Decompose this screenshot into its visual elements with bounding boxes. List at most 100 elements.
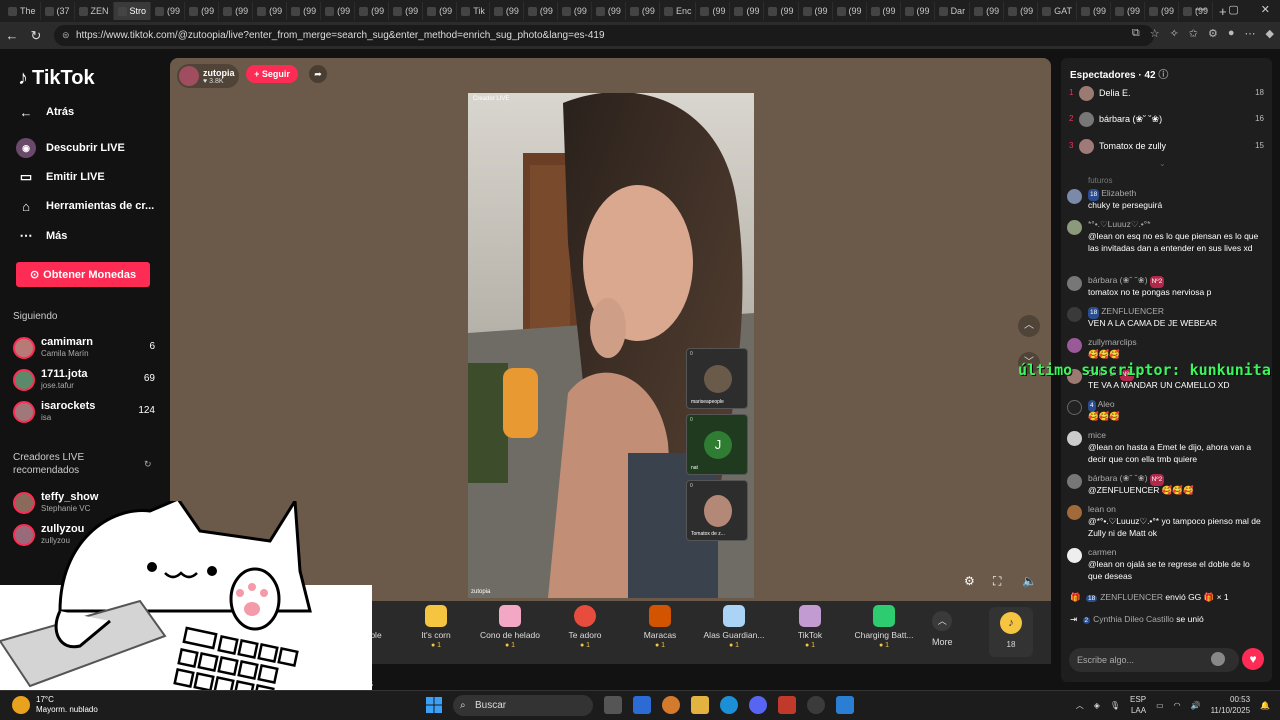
follow-button[interactable]: + Seguir [246, 65, 298, 83]
gift-item[interactable]: TikTok ● 1 [774, 605, 846, 649]
browser-tab[interactable]: Enc [660, 2, 697, 20]
extensions-icon[interactable]: ✧ [1170, 27, 1179, 40]
browser-tab[interactable]: (99 [901, 2, 935, 20]
recommended-item[interactable]: zullyzou zullyzou [13, 521, 155, 549]
reload-icon[interactable]: ↻ [24, 28, 48, 44]
favorites-icon[interactable]: ✩ [1189, 27, 1198, 40]
browser-tab[interactable]: (99 [1004, 2, 1039, 20]
emoji-icon[interactable] [1211, 652, 1225, 666]
copilot-icon[interactable]: ◆ [1266, 27, 1274, 40]
browser-tab[interactable]: The [4, 2, 41, 20]
discord-icon[interactable] [749, 696, 767, 714]
notification-bell-icon[interactable]: 🔔 [1260, 701, 1270, 710]
guest-tile[interactable]: 0 Tomatox de z... [686, 480, 748, 541]
nav-discover-live[interactable]: ◉ Descubrir LIVE [16, 138, 125, 158]
following-item[interactable]: isarockets isa 124 [13, 398, 155, 426]
top-viewer[interactable]: 1 Delia E. 18 [1069, 84, 1264, 104]
settings-icon[interactable]: ⚙ [964, 574, 975, 588]
fullscreen-icon[interactable]: ⛶ [993, 574, 1001, 589]
browser-tab[interactable]: (99 [321, 2, 356, 20]
browser-tab[interactable]: (37 [41, 2, 75, 20]
back-link[interactable]: ← Atrás [16, 102, 75, 122]
chevron-up-icon[interactable]: ︿ [1076, 700, 1084, 711]
host-info[interactable]: zutopia ♥ 3.8K [177, 64, 239, 88]
gift-item[interactable]: Charging Batt... ● 1 [848, 605, 920, 649]
edge-icon[interactable] [720, 696, 738, 714]
language-indicator[interactable]: ESP LAA [1130, 694, 1146, 716]
browser-tab[interactable]: (99 [185, 2, 220, 20]
file-explorer-icon[interactable] [691, 696, 709, 714]
nav-creator-tools[interactable]: ⌂ Herramientas de cr... [16, 196, 154, 216]
browser-tab[interactable]: (99 [219, 2, 254, 20]
gift-item[interactable]: Maracas ● 1 [624, 605, 696, 649]
taskbar-search[interactable]: ⌕ Buscar [453, 695, 593, 716]
browser-tab[interactable]: (99 [764, 2, 799, 20]
browser-tab[interactable]: (99 [1145, 2, 1179, 20]
heart-icon[interactable]: ♥ [1242, 648, 1264, 670]
recommended-item[interactable]: shankar 381 [13, 655, 155, 683]
network-icon[interactable]: ◈ [1094, 701, 1100, 710]
browser-tab[interactable]: (99 [626, 2, 660, 20]
app-icon[interactable] [836, 696, 854, 714]
speaker-icon[interactable]: 🔊 [1191, 701, 1201, 710]
favorite-star-icon[interactable]: ☆ [1150, 27, 1160, 40]
share-icon[interactable]: ➦ [309, 65, 327, 83]
gift-item[interactable]: Te adoro ● 1 [549, 605, 621, 649]
gift-item[interactable]: It's corn ● 1 [400, 605, 472, 649]
back-arrow-icon[interactable]: ← [0, 28, 24, 43]
browser-tab[interactable]: Tik [457, 2, 490, 20]
gift-item[interactable]: Cono de helado ● 1 [474, 605, 546, 649]
scroll-up-icon[interactable]: ︿ [1018, 315, 1040, 337]
profile-icon[interactable]: ● [1228, 27, 1235, 40]
maximize-icon[interactable]: ▢ [1228, 3, 1238, 16]
browser-tab[interactable]: (99 [730, 2, 765, 20]
browser-tab[interactable]: (99 [253, 2, 288, 20]
coin-balance[interactable]: ♪ 18 [989, 607, 1033, 657]
top-viewer[interactable]: 2 bárbara (❀˘ ˘❀) 16 [1069, 110, 1264, 130]
browser-tab[interactable]: (99 [389, 2, 424, 20]
menu-dots-icon[interactable]: ⋯ [1245, 27, 1256, 40]
browser-tab[interactable]: (99 [696, 2, 731, 20]
browser-tab[interactable]: (99 [833, 2, 867, 20]
more-gifts-button[interactable]: ︿ More [932, 611, 953, 647]
browser-tab[interactable]: Stro [113, 2, 152, 20]
nav-more[interactable]: ⋯ Más [16, 226, 68, 246]
collections-icon[interactable]: ⚙ [1208, 27, 1218, 40]
refresh-icon[interactable]: ↻ [144, 459, 152, 470]
tiktok-logo[interactable]: ♪ TikTok [18, 67, 95, 90]
close-window-icon[interactable]: ✕ [1261, 3, 1270, 16]
browser-tab[interactable]: (99 [1111, 2, 1145, 20]
copilot-app-icon[interactable] [662, 696, 680, 714]
obs-icon[interactable] [807, 696, 825, 714]
browser-tab[interactable]: (99 [592, 2, 626, 20]
recommended-item[interactable]: teffy_show Stephanie VC [13, 489, 155, 517]
browser-tab[interactable]: ZEN [75, 2, 114, 20]
task-view-icon[interactable] [604, 696, 622, 714]
app-icon[interactable] [778, 696, 796, 714]
browser-tab[interactable]: Dar [935, 2, 971, 20]
browser-tab[interactable]: (99 [867, 2, 901, 20]
nav-go-live[interactable]: ▭ Emitir LIVE [16, 167, 105, 187]
get-coins-button[interactable]: ⊙ Obtener Monedas [16, 262, 150, 287]
store-icon[interactable] [633, 696, 651, 714]
browser-tab[interactable]: (99 [151, 2, 186, 20]
open-app-icon[interactable]: ⧉ [1132, 27, 1140, 40]
browser-tab[interactable]: (99 [287, 2, 322, 20]
guest-tile[interactable]: 0 mariseapeople [686, 348, 748, 409]
site-info-icon[interactable]: ⊜ [62, 30, 70, 41]
mic-icon[interactable]: 🎙 [1110, 701, 1120, 710]
guest-tile[interactable]: 0 J nat [686, 414, 748, 475]
browser-tab[interactable]: (99 [1077, 2, 1111, 20]
weather-widget[interactable]: 17°C Mayorm. nublado [12, 695, 98, 715]
gift-item[interactable]: Alas Guardian... ● 1 [698, 605, 770, 649]
wifi-icon[interactable]: ◠ [1174, 701, 1181, 710]
browser-tab[interactable]: (99 [490, 2, 524, 20]
top-viewer[interactable]: 3 Tomatox de zully 15 [1069, 137, 1264, 157]
browser-tab[interactable]: (99 [799, 2, 833, 20]
minimize-icon[interactable]: — [1195, 3, 1206, 16]
clock[interactable]: 00:53 11/10/2025 [1211, 694, 1250, 716]
expand-chevron-icon[interactable]: ⌄ [1159, 159, 1166, 168]
windows-start-icon[interactable] [425, 696, 443, 714]
browser-tab[interactable]: (99 [355, 2, 390, 20]
following-item[interactable]: camimarn Camila Marín 6 [13, 334, 155, 362]
